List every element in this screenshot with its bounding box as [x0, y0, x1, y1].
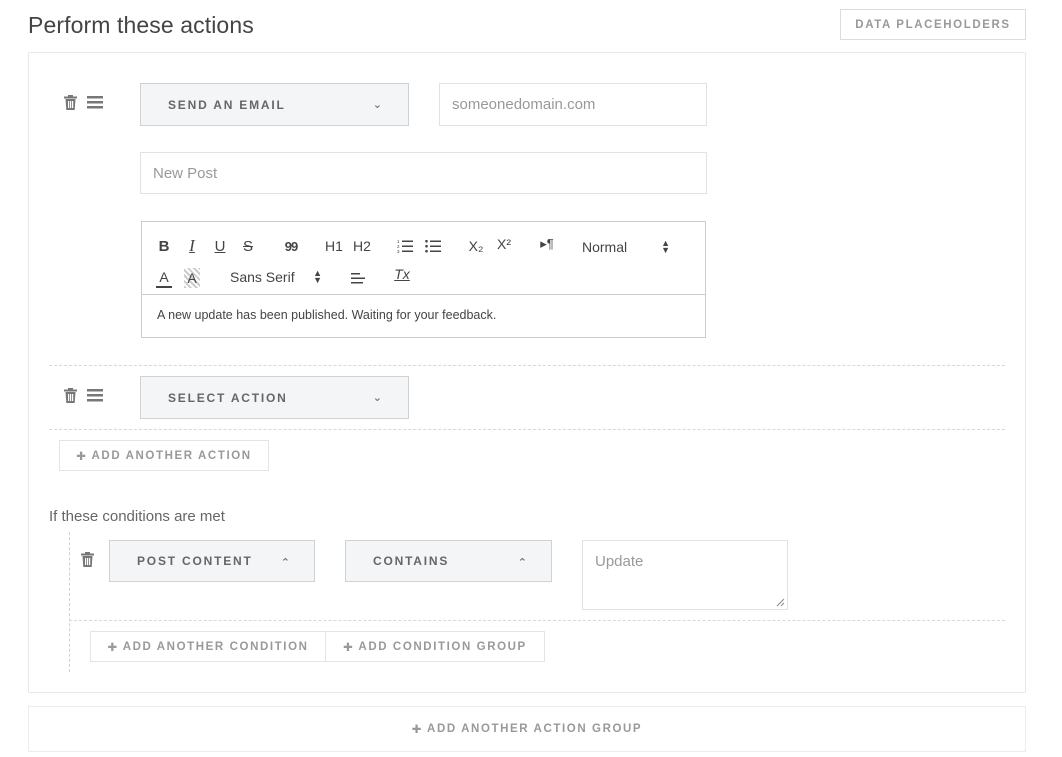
condition-operator-select[interactable]: CONTAINS ⌃ [345, 540, 552, 582]
action-type-select[interactable]: SEND AN EMAIL ⌄ [140, 83, 409, 126]
underline-button[interactable]: U [212, 236, 228, 256]
add-action-button[interactable]: ✚ ADD ANOTHER ACTION [59, 440, 269, 471]
condition-value-placeholder: Update [595, 553, 644, 570]
plus-icon: ✚ [411, 724, 424, 736]
page-title: Perform these actions [28, 12, 254, 38]
editor-toolbar: B I U S 99 H1 H2 123 X₂ X² ▸¶ Normal ▲ ▼ … [142, 222, 705, 295]
divider [49, 365, 1005, 366]
condition-value-textarea[interactable]: Update [582, 540, 788, 610]
resize-handle-icon[interactable] [776, 598, 785, 607]
condition-group-border [69, 532, 70, 672]
add-action-group-label: ADD ANOTHER ACTION GROUP [427, 723, 643, 735]
action-type-label: SELECT ACTION [168, 390, 288, 405]
bold-button[interactable]: B [156, 236, 172, 256]
condition-field-select[interactable]: POST CONTENT ⌃ [109, 540, 315, 582]
condition-operator-label: CONTAINS [373, 554, 450, 568]
ordered-list-icon[interactable]: 123 [396, 236, 414, 256]
divider [49, 429, 1005, 430]
superscript-button[interactable]: X² [495, 234, 513, 254]
strikethrough-button[interactable]: S [240, 236, 256, 256]
text-direction-button[interactable]: ▸¶ [538, 234, 556, 254]
email-field[interactable]: someonedomain.com [439, 83, 707, 126]
blockquote-button[interactable]: 99 [282, 236, 300, 256]
background-color-icon[interactable]: A [184, 268, 200, 288]
font-select[interactable]: Sans Serif ▲ ▼ [230, 266, 326, 288]
plus-icon: ✚ [107, 641, 119, 654]
bullet-list-icon[interactable] [424, 236, 442, 256]
subject-placeholder: New Post [153, 164, 218, 182]
trash-icon[interactable] [64, 388, 77, 403]
text-color-icon[interactable]: A [156, 268, 172, 288]
email-placeholder: someonedomain.com [452, 96, 596, 113]
add-action-group-button[interactable]: ✚ ADD ANOTHER ACTION GROUP [28, 706, 1026, 752]
add-condition-button[interactable]: ✚ ADD ANOTHER CONDITION [90, 631, 326, 662]
updown-arrows-icon: ▲ ▼ [313, 268, 322, 285]
data-placeholders-button[interactable]: DATA PLACEHOLDERS [840, 9, 1026, 40]
subscript-button[interactable]: X₂ [467, 236, 485, 256]
drag-handle-icon[interactable] [87, 96, 103, 109]
action-type-select-2[interactable]: SELECT ACTION ⌄ [140, 376, 409, 419]
chevron-down-icon: ⌄ [372, 99, 382, 111]
updown-arrows-icon: ▲ ▼ [661, 238, 670, 255]
add-condition-group-label: ADD CONDITION GROUP [358, 640, 527, 653]
editor-body-text[interactable]: A new update has been published. Waiting… [157, 308, 496, 322]
condition-field-label: POST CONTENT [137, 554, 253, 568]
heading1-button[interactable]: H1 [324, 236, 344, 256]
heading2-button[interactable]: H2 [352, 236, 372, 256]
email-body-editor: B I U S 99 H1 H2 123 X₂ X² ▸¶ Normal ▲ ▼ … [141, 221, 706, 338]
svg-text:3: 3 [397, 249, 400, 253]
clear-format-button[interactable]: Tx [393, 264, 411, 284]
chevron-up-icon: ⌃ [280, 557, 290, 569]
plus-icon: ✚ [76, 450, 88, 463]
drag-handle-icon[interactable] [87, 389, 103, 402]
chevron-up-icon: ⌃ [517, 557, 527, 569]
conditions-heading: If these conditions are met [49, 508, 225, 525]
italic-button[interactable]: I [184, 236, 200, 256]
format-select[interactable]: Normal ▲ ▼ [582, 236, 674, 258]
align-left-icon[interactable] [349, 268, 367, 288]
add-condition-group-button[interactable]: ✚ ADD CONDITION GROUP [325, 631, 545, 662]
add-condition-label: ADD ANOTHER CONDITION [122, 640, 309, 653]
font-select-value: Sans Serif [230, 269, 295, 285]
action-group-panel [28, 52, 1026, 693]
divider [69, 620, 1005, 621]
subject-field[interactable]: New Post [140, 152, 707, 194]
chevron-down-icon: ⌄ [372, 392, 382, 404]
add-action-label: ADD ANOTHER ACTION [91, 449, 252, 462]
plus-icon: ✚ [343, 641, 355, 654]
action-type-label: SEND AN EMAIL [168, 97, 286, 112]
trash-icon[interactable] [81, 552, 94, 567]
format-select-value: Normal [582, 239, 628, 255]
trash-icon[interactable] [64, 95, 77, 110]
